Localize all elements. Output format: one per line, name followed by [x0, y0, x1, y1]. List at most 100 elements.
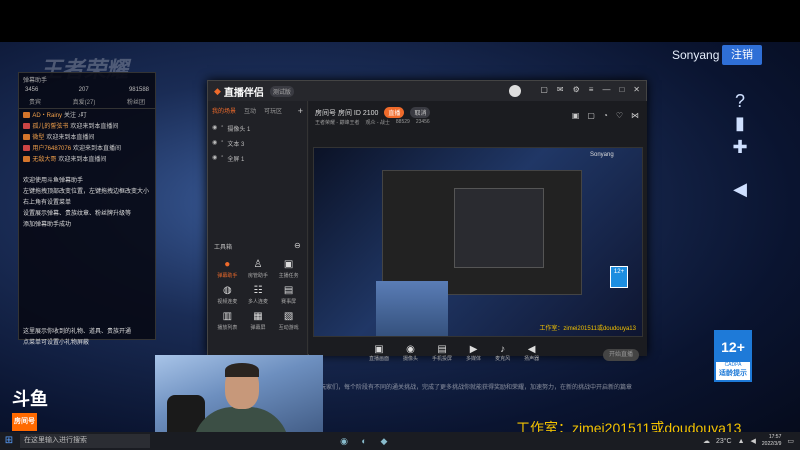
chat-row: 微型 欢迎来到本直播间 — [19, 131, 155, 142]
lock-icon[interactable]: ▫ — [221, 124, 223, 133]
tab-my-scene[interactable]: 我的场景 — [212, 106, 236, 116]
heart-icon[interactable]: ♡ — [616, 111, 623, 120]
toolbar-label: 多媒体 — [466, 356, 482, 362]
scene-label: 摄像头 1 — [227, 127, 251, 133]
event-icon: ▤ — [283, 285, 294, 296]
tool-screen-capture[interactable]: ▣ 直播画面 — [369, 344, 389, 362]
temperature: 23°C — [715, 437, 732, 445]
scene-panel: 我的场景 互动 可玩区 + ◉ ▫ 摄像头 1 ◉ ▫ 文本 3 ◉ ▫ 全屏 1 工具箱 … — [208, 101, 308, 356]
app-title: 直播伴侣 — [223, 87, 264, 99]
scene-tabs: 我的场景 互动 可玩区 + — [208, 101, 307, 121]
scene-label: 全屏 1 — [227, 157, 245, 163]
minimize-icon[interactable]: — — [602, 85, 610, 97]
gift-icon[interactable]: ▣ — [572, 111, 580, 120]
add-scene-icon[interactable]: + — [298, 106, 303, 116]
age-rating-tip: 适龄提示 — [719, 370, 747, 377]
app-icon[interactable]: ◐ — [356, 436, 372, 446]
scene-item[interactable]: ◉ ▫ 全屏 1 — [208, 151, 307, 166]
notification-icon[interactable]: ▭ — [787, 437, 794, 445]
collapse-icon[interactable]: ⊖ — [294, 241, 301, 250]
bell-icon[interactable]: ◔ — [603, 111, 608, 120]
weather-icon[interactable]: ☁ — [703, 437, 710, 445]
message-icon[interactable]: ✉ — [557, 85, 564, 97]
douyu-app-icon[interactable]: ◆ — [376, 436, 392, 447]
scene-item[interactable]: ◉ ▫ 摄像头 1 — [208, 121, 307, 136]
eye-icon[interactable]: ◉ — [212, 139, 217, 148]
chrome-icon[interactable]: ◉ — [336, 436, 352, 447]
game-category[interactable]: 王者荣耀 - 巅峰王者 — [315, 119, 359, 126]
skin-icon[interactable]: ▢ — [540, 85, 548, 97]
stat-gold: 981588 — [128, 87, 149, 93]
tab-fanclub[interactable]: 粉丝团 — [127, 97, 145, 106]
media-icon: ▶ — [469, 344, 478, 355]
clock[interactable]: 17:57 2022/3/9 — [762, 434, 781, 448]
taskbar-search[interactable]: 在这里输入进行搜索 — [20, 434, 150, 448]
lock-icon[interactable]: ▫ — [221, 139, 223, 148]
eye-icon[interactable]: ◉ — [212, 154, 217, 163]
chat-nick[interactable]: 用户76487076 — [32, 143, 71, 152]
tool-phone-cast[interactable]: ▤ 手机投屏 — [432, 344, 452, 362]
start-live-button[interactable]: 开始直播 — [603, 349, 639, 361]
tab-interact[interactable]: 互动 — [244, 106, 256, 116]
tool-danmaku[interactable]: ● 弹幕助手 — [212, 259, 243, 279]
tool-tasks[interactable]: ▣ 主播任务 — [273, 259, 304, 279]
logout-button[interactable]: 注销 — [722, 45, 762, 65]
toolbar-label: 摄像头 — [403, 356, 419, 362]
menu-icon[interactable]: ≡ — [589, 85, 594, 97]
top-banner — [0, 0, 800, 42]
tool-game[interactable]: ▧ 互动游戏 — [273, 311, 304, 331]
eye-icon[interactable]: ◉ — [212, 124, 217, 133]
tool-video-link[interactable]: ◍ 视频连麦 — [212, 285, 243, 305]
app-logo-icon: ◆ — [214, 85, 221, 96]
game-subtitle: 玩家们，每个阶段有不同的通关挑战，完成了更多挑战你就能获得奖励和荣耀，加速努力，… — [320, 385, 633, 391]
phone-icon[interactable]: ▮ — [727, 110, 753, 136]
danmaku-screen-icon: ▦ — [253, 311, 263, 322]
source-toolbar: ▣ 直播画面 ◉ 摄像头 ▤ 手机投屏 ▶ 多媒体 ♪ 麦克风 ◀ 扬声器 — [369, 344, 629, 362]
chat-note: 欢迎使用斗鱼弹幕助手 — [23, 178, 84, 184]
tool-label: 播放列表 — [217, 325, 238, 331]
level-badge — [23, 155, 31, 162]
tab-playable[interactable]: 可玩区 — [264, 106, 282, 116]
scene-item[interactable]: ◉ ▫ 文本 3 — [208, 136, 307, 151]
cancel-button[interactable]: 取消 — [410, 107, 431, 118]
stat-hot: 3456 — [25, 87, 39, 93]
tool-camera[interactable]: ◉ 摄像头 — [403, 344, 418, 362]
tab-love[interactable]: 真爱(27) — [73, 97, 96, 106]
network-icon[interactable]: ▲ — [738, 438, 745, 445]
chat-nick[interactable]: 无敌大哥 — [32, 154, 56, 163]
gamepad-icon[interactable]: ✚ — [727, 134, 753, 160]
avatar[interactable] — [509, 85, 522, 97]
live-button[interactable]: 直播 — [384, 107, 405, 118]
lock-icon[interactable]: ▢ — [587, 111, 595, 120]
volume-icon[interactable]: ◀ — [727, 176, 753, 202]
chat-note: 左键拖拽顶部改变位置，左键拖拽边框改变大小 — [23, 189, 150, 195]
chat-nick[interactable]: 孤儿的誓弦书 — [32, 121, 68, 130]
windows-start-icon[interactable]: ⊞ — [0, 432, 18, 450]
chat-tabs: 贵宾 真爱(27) 粉丝团 — [19, 95, 155, 109]
tool-playlist[interactable]: ▥ 播放列表 — [212, 311, 243, 331]
age-rating-number: 12+ — [716, 332, 750, 362]
tool-media[interactable]: ▶ 多媒体 — [466, 344, 481, 362]
screen-icon: ▣ — [374, 344, 384, 355]
tool-event-screen[interactable]: ▤ 赛事屏 — [273, 285, 304, 305]
maximize-icon[interactable]: □ — [619, 85, 624, 97]
chat-stats: 3456 207 981588 — [19, 85, 155, 95]
tool-multi-link[interactable]: ☷ 多人连麦 — [243, 285, 274, 305]
chat-nick[interactable]: 微型 — [32, 132, 44, 141]
chat-row: AD・Rainy 关注 ♪叮 — [19, 109, 155, 120]
clock-date: 2022/3/9 — [761, 441, 782, 447]
tool-microphone[interactable]: ♪ 麦克风 — [495, 344, 510, 362]
level-badge — [23, 144, 31, 151]
fans-count: 23456 — [415, 119, 430, 125]
tool-speaker[interactable]: ◀ 扬声器 — [524, 344, 539, 362]
close-icon[interactable]: ✕ — [633, 85, 640, 97]
tool-room-manager[interactable]: ♙ 房管助手 — [243, 259, 274, 279]
share-icon[interactable]: ⋈ — [631, 111, 639, 120]
toolbar-label: 扬声器 — [524, 356, 540, 362]
tab-vip[interactable]: 贵宾 — [29, 97, 41, 106]
settings-icon[interactable]: ⚙ — [573, 85, 580, 97]
lock-icon[interactable]: ▫ — [221, 154, 223, 163]
tool-danmaku-screen[interactable]: ▦ 弹幕屏 — [243, 311, 274, 331]
chat-nick[interactable]: AD・Rainy — [32, 110, 62, 119]
volume-tray-icon[interactable]: ◀ — [751, 437, 756, 445]
